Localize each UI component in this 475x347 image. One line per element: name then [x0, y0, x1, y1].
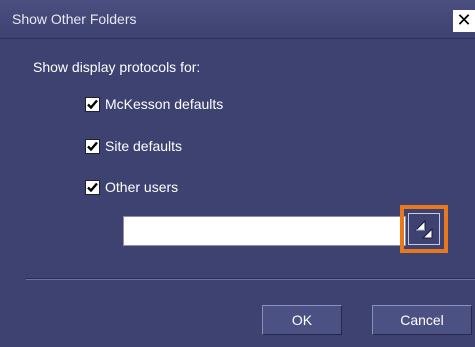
mckesson-defaults-option[interactable]: McKesson defaults	[85, 95, 223, 113]
divider	[26, 278, 475, 280]
user-picker-icon	[414, 219, 433, 239]
ok-button[interactable]: OK	[262, 305, 342, 335]
other-users-option[interactable]: Other users	[85, 178, 178, 196]
cancel-button[interactable]: Cancel	[372, 305, 472, 335]
window-title: Show Other Folders	[12, 11, 137, 27]
title-bar[interactable]: Show Other Folders ✕	[0, 0, 475, 39]
close-icon: ✕	[456, 10, 472, 31]
other-users-checkbox[interactable]	[85, 179, 100, 195]
checkmark-icon	[87, 141, 98, 151]
user-picker-button[interactable]	[408, 213, 440, 245]
close-button[interactable]: ✕	[453, 10, 475, 32]
checkmark-icon	[87, 99, 98, 109]
mckesson-defaults-checkbox[interactable]	[85, 96, 100, 112]
mckesson-defaults-label: McKesson defaults	[105, 96, 224, 112]
protocols-prompt: Show display protocols for:	[33, 59, 201, 75]
site-defaults-checkbox[interactable]	[85, 138, 100, 154]
show-other-folders-dialog: Show Other Folders ✕ Show display protoc…	[0, 0, 475, 347]
site-defaults-label: Site defaults	[105, 138, 183, 154]
checkmark-icon	[87, 182, 98, 192]
site-defaults-option[interactable]: Site defaults	[85, 137, 182, 155]
other-users-input[interactable]	[123, 216, 406, 246]
other-users-label: Other users	[105, 179, 179, 195]
